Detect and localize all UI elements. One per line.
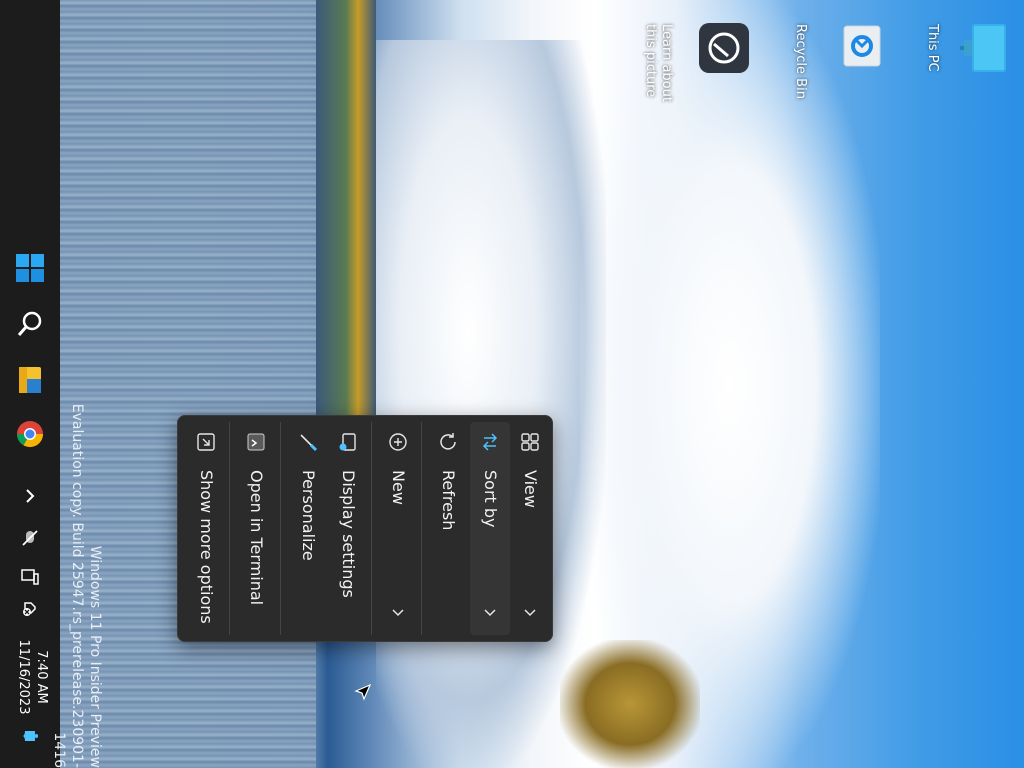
mouse-cursor-icon	[354, 683, 372, 701]
expand-icon	[197, 433, 215, 451]
menu-item-open-in-terminal[interactable]: Open in Terminal	[236, 416, 276, 641]
this-pc-label: This PC	[925, 24, 940, 72]
folder-icon	[19, 367, 41, 393]
chevron-down-icon	[524, 609, 536, 617]
chevron-down-icon	[392, 609, 404, 617]
desktop-icon-recycle-bin[interactable]: Recycle Bin	[793, 16, 881, 99]
menu-separator	[371, 422, 372, 635]
start-button[interactable]	[12, 250, 48, 286]
chrome-button[interactable]	[12, 416, 48, 452]
menu-item-display-settings[interactable]: Display settings	[328, 416, 368, 641]
menu-item-new[interactable]: New	[378, 416, 418, 641]
plus-circle-icon	[389, 433, 407, 451]
watermark-line1: Windows 11 Pro Insider Preview	[87, 545, 103, 768]
menu-item-label: Open in Terminal	[247, 470, 266, 606]
wallpaper-shore	[316, 0, 376, 420]
network-icon	[21, 569, 39, 585]
menu-item-sort-by[interactable]: Sort by	[470, 416, 510, 641]
recycle-bin-icon	[840, 20, 884, 76]
camera-icon	[698, 22, 750, 78]
volume-muted-icon	[23, 602, 36, 616]
menu-item-show-more-options[interactable]: Show more options	[186, 416, 226, 641]
brush-icon	[300, 434, 318, 452]
learn-about-picture-label: Learn about this picture	[643, 24, 674, 102]
tray-overflow-button[interactable]	[8, 484, 52, 508]
microphone-muted-icon	[22, 530, 38, 546]
clock-time: 7:40 AM	[34, 650, 49, 704]
menu-item-label: View	[521, 470, 540, 508]
desktop-icon-this-pc[interactable]: This PC	[925, 16, 1008, 96]
menu-item-label: Refresh	[439, 470, 458, 531]
windows-logo-icon	[16, 254, 44, 282]
menu-separator	[280, 422, 281, 635]
clock-date: 11/16/2023	[16, 639, 31, 715]
chevron-down-icon	[484, 609, 496, 617]
menu-item-refresh[interactable]: Refresh	[428, 416, 468, 641]
desktop-icon-learn-about-picture[interactable]: Learn about this picture	[643, 16, 762, 102]
microphone-tray-button[interactable]	[8, 526, 52, 550]
refresh-icon	[440, 433, 456, 450]
file-explorer-button[interactable]	[12, 362, 48, 398]
chrome-icon	[16, 421, 44, 448]
menu-item-label: Sort by	[481, 470, 500, 528]
desktop-background[interactable]	[0, 0, 1024, 768]
notification-button[interactable]	[8, 724, 52, 748]
grid-icon	[521, 433, 539, 451]
search-icon	[17, 311, 42, 336]
desktop-context-menu: View Sort by Refresh New Display setting…	[177, 415, 553, 642]
sort-arrows-icon	[482, 433, 498, 451]
menu-separator	[229, 422, 230, 635]
menu-item-label: New	[389, 470, 408, 505]
menu-item-label: Show more options	[197, 470, 216, 624]
watermark-line2: Evaluation copy. Build 25947.rs_prerelea…	[51, 403, 85, 768]
network-tray-button[interactable]	[8, 564, 52, 588]
menu-separator	[421, 422, 422, 635]
taskbar-clock[interactable]: 7:40 AM 11/16/2023	[10, 632, 50, 722]
search-button[interactable]	[12, 306, 48, 342]
terminal-icon	[247, 433, 265, 451]
bell-icon	[23, 731, 38, 741]
chevron-right-icon	[26, 489, 35, 503]
display-settings-icon	[339, 433, 356, 451]
windows-watermark: Windows 11 Pro Insider Preview Evaluatio…	[51, 396, 104, 768]
volume-tray-button[interactable]	[8, 596, 52, 620]
menu-item-personalize[interactable]: Personalize	[288, 416, 328, 641]
recycle-bin-label: Recycle Bin	[793, 24, 808, 99]
menu-item-label: Personalize	[299, 470, 318, 561]
computer-icon	[960, 20, 1008, 80]
menu-item-label: Display settings	[339, 470, 358, 598]
wallpaper-tree	[560, 640, 700, 768]
menu-item-view[interactable]: View	[510, 416, 550, 641]
